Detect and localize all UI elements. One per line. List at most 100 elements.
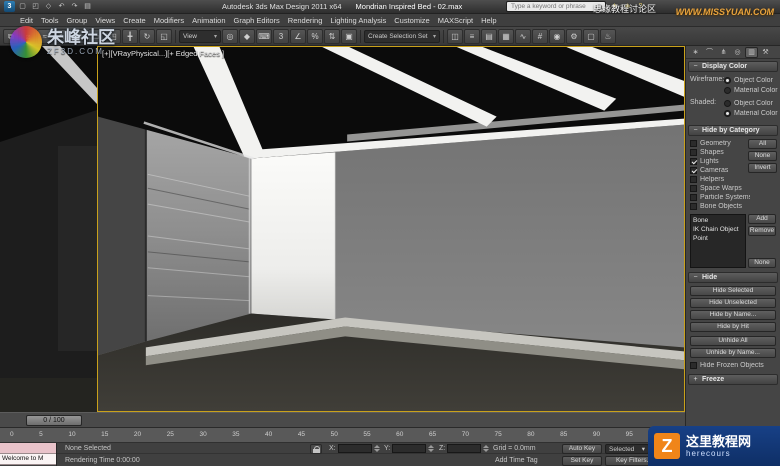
hide-frozen-checkbox[interactable]: Hide Frozen Objects xyxy=(690,361,776,370)
hide-button[interactable]: Hide by Name... xyxy=(690,310,776,320)
unhide-button[interactable]: Unhide All xyxy=(690,336,776,346)
radio-option[interactable]: Object Color xyxy=(724,75,778,85)
align[interactable]: ≡ xyxy=(464,28,480,44)
viewport-left[interactable] xyxy=(0,46,97,412)
edit-named-selection-sets[interactable]: ▣ xyxy=(341,28,357,44)
track-bar[interactable]: 0 5 10 15 20 25 30 35 40 45 50 55 60 65 70 75 80 85 90 95 xyxy=(0,428,685,443)
z-field[interactable] xyxy=(447,444,482,453)
unhide-button[interactable]: Unhide by Name... xyxy=(690,348,776,358)
category-checkbox[interactable]: Space Warps xyxy=(690,184,750,193)
category-checkbox[interactable]: Lights xyxy=(690,157,750,166)
category-button[interactable]: Invert xyxy=(748,163,777,173)
time-slider-grip[interactable]: 0 / 100 xyxy=(26,415,82,426)
search-input[interactable] xyxy=(509,2,595,11)
tab-motion[interactable]: ◎ xyxy=(731,47,744,58)
category-checkbox[interactable]: Geometry xyxy=(690,139,750,148)
graphite-modeling-tools-toggle[interactable]: ▦ xyxy=(498,28,514,44)
undo-icon[interactable]: ↶ xyxy=(56,1,67,12)
hide-button[interactable]: Hide Unselected xyxy=(690,298,776,308)
create-selection-set-dropdown[interactable]: Create Selection Set ▾ xyxy=(364,29,440,43)
selection-lock-toggle[interactable] xyxy=(310,444,322,454)
hide-button[interactable]: Hide Selected xyxy=(690,286,776,296)
menu-item[interactable]: Animation xyxy=(188,14,229,27)
x-spinner[interactable] xyxy=(373,445,380,452)
tab-display[interactable]: ▥ xyxy=(745,46,758,58)
select-and-move[interactable]: ╋ xyxy=(122,28,138,44)
listener-line[interactable]: Welcome to M xyxy=(0,454,56,465)
viewport-canvas[interactable]: [+][VRayPhysical...][+ Edged Faces ] xyxy=(97,46,685,412)
hide-button[interactable]: Hide by Hit xyxy=(690,322,776,332)
viewport-label[interactable]: [+][VRayPhysical...][+ Edged Faces ] xyxy=(102,49,224,58)
y-spinner[interactable] xyxy=(428,445,435,452)
y-field[interactable] xyxy=(392,444,427,453)
redo-icon[interactable]: ↷ xyxy=(69,1,80,12)
app-logo[interactable]: 3 xyxy=(4,1,15,12)
menu-item[interactable]: Create xyxy=(119,14,150,27)
menu-item[interactable]: Tools xyxy=(37,14,63,27)
radio-option[interactable]: Material Color xyxy=(724,108,778,118)
macro-recorder-line[interactable] xyxy=(0,443,56,454)
list-item[interactable]: IK Chain Object xyxy=(692,225,744,234)
menu-item[interactable]: Group xyxy=(62,14,91,27)
auto-key-button[interactable]: Auto Key xyxy=(562,444,602,454)
menu-item[interactable]: MAXScript xyxy=(434,14,477,27)
menu-item[interactable]: Customize xyxy=(390,14,433,27)
maxscript-mini-listener[interactable]: Welcome to M xyxy=(0,443,57,466)
new-scene-icon[interactable]: ▢ xyxy=(17,1,28,12)
listbox-button[interactable]: None xyxy=(748,258,776,268)
keyboard-shortcut-override[interactable]: ⌨ xyxy=(256,28,272,44)
rollout-header[interactable]: − Hide xyxy=(688,272,778,283)
listbox-button[interactable]: Add xyxy=(748,214,776,224)
use-pivot-point-center[interactable]: ◎ xyxy=(222,28,238,44)
percent-snap-toggle[interactable]: % xyxy=(307,28,323,44)
x-field[interactable] xyxy=(337,444,372,453)
menu-item[interactable]: Help xyxy=(477,14,500,27)
curve-editor[interactable]: ∿ xyxy=(515,28,531,44)
category-button[interactable]: All xyxy=(748,139,777,149)
spinner-snap-toggle[interactable]: ⇅ xyxy=(324,28,340,44)
schematic-view[interactable]: # xyxy=(532,28,548,44)
layer-manager[interactable]: ▤ xyxy=(481,28,497,44)
list-item[interactable]: Bone xyxy=(692,216,744,225)
menu-item[interactable]: Modifiers xyxy=(150,14,188,27)
tab-modify[interactable]: ⌒ xyxy=(703,47,716,58)
selection-set-dropdown[interactable]: Selected ▾ xyxy=(605,444,649,454)
reference-coordinate-system-dropdown[interactable]: View ▾ xyxy=(179,29,221,43)
add-time-tag[interactable]: Add Time Tag xyxy=(495,457,538,464)
category-listbox[interactable]: Bone IK Chain Object Point xyxy=(690,214,746,268)
radio-option[interactable]: Object Color xyxy=(724,98,778,108)
rollout-header[interactable]: − Hide by Category xyxy=(688,125,778,136)
menu-item[interactable]: Rendering xyxy=(284,14,327,27)
radio-option[interactable]: Material Color xyxy=(724,85,778,95)
snaps-toggle[interactable]: 3 xyxy=(273,28,289,44)
time-slider[interactable]: 0 / 100 xyxy=(0,412,685,428)
menu-item[interactable]: Views xyxy=(91,14,119,27)
mirror[interactable]: ◫ xyxy=(447,28,463,44)
category-button[interactable]: None xyxy=(748,151,777,161)
z-spinner[interactable] xyxy=(483,445,490,452)
listbox-button[interactable]: Remove xyxy=(748,226,776,236)
menu-item[interactable]: Edit xyxy=(16,14,37,27)
tab-utilities[interactable]: ⚒ xyxy=(759,47,772,58)
rollout-header[interactable]: + Freeze xyxy=(688,374,778,385)
select-and-manipulate[interactable]: ◆ xyxy=(239,28,255,44)
menu-item[interactable]: Lighting Analysis xyxy=(326,14,390,27)
render-production[interactable]: ♨ xyxy=(600,28,616,44)
category-checkbox[interactable]: Cameras xyxy=(690,166,750,175)
tab-hierarchy[interactable]: ⋔ xyxy=(717,47,730,58)
set-key-button[interactable]: Set Key xyxy=(562,456,602,466)
category-checkbox[interactable]: Helpers xyxy=(690,175,750,184)
menu-item[interactable]: Graph Editors xyxy=(230,14,284,27)
project-folder-icon[interactable]: ▤ xyxy=(82,1,93,12)
category-checkbox[interactable]: Shapes xyxy=(690,148,750,157)
rollout-header[interactable]: − Display Color xyxy=(688,61,778,72)
rendered-frame-window[interactable]: ▢ xyxy=(583,28,599,44)
category-checkbox[interactable]: Particle Systems xyxy=(690,193,750,202)
list-item[interactable]: Point xyxy=(692,234,744,243)
select-and-rotate[interactable]: ↻ xyxy=(139,28,155,44)
angle-snap-toggle[interactable]: ∠ xyxy=(290,28,306,44)
material-editor[interactable]: ◉ xyxy=(549,28,565,44)
save-file-icon[interactable]: ◇ xyxy=(43,1,54,12)
select-and-scale[interactable]: ◱ xyxy=(156,28,172,44)
open-file-icon[interactable]: ◰ xyxy=(30,1,41,12)
